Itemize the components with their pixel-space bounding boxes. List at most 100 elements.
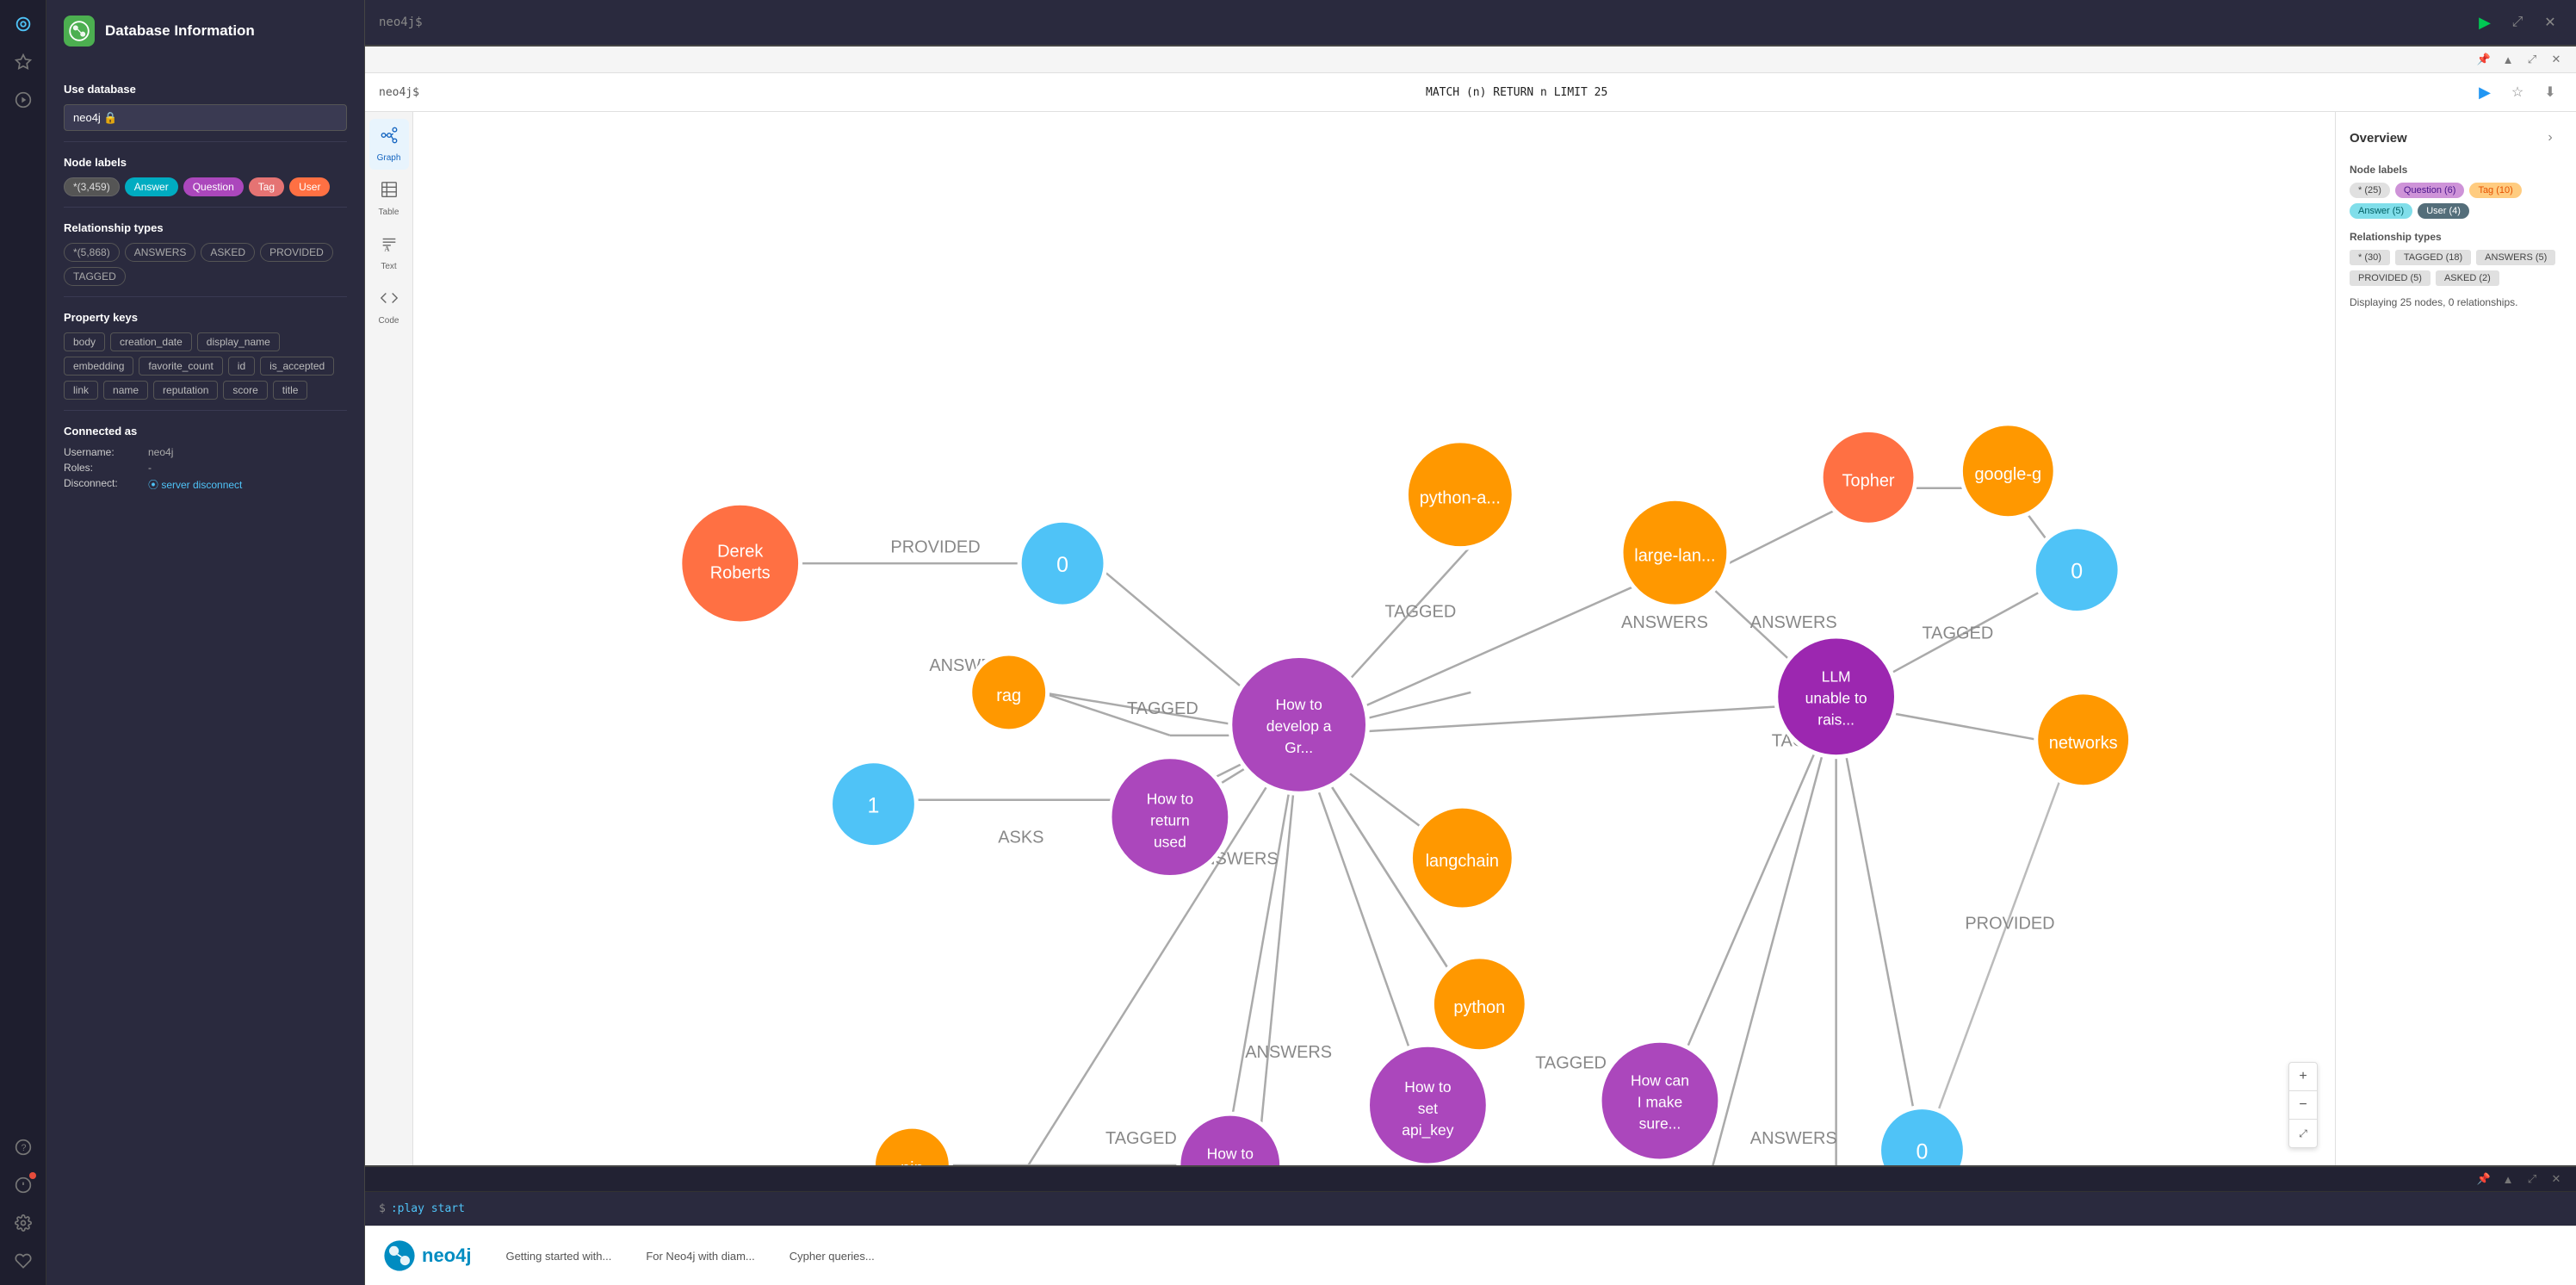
bottom-label-3: Cypher queries... bbox=[790, 1250, 875, 1263]
tab-code[interactable]: Code bbox=[369, 282, 409, 332]
ov-label-question[interactable]: Question (6) bbox=[2395, 183, 2465, 198]
overview-header: Overview › bbox=[2350, 126, 2562, 150]
ov-rel-tagged[interactable]: TAGGED (18) bbox=[2395, 250, 2471, 265]
svg-text:ASKS: ASKS bbox=[998, 829, 1043, 847]
prop-is-accepted[interactable]: is_accepted bbox=[260, 357, 334, 376]
frame-run-button[interactable]: ▶ bbox=[2473, 80, 2497, 104]
svg-text:How to: How to bbox=[1404, 1078, 1451, 1096]
nav-home-icon[interactable] bbox=[8, 9, 39, 40]
sidebar: Database Information Use database neo4j … bbox=[46, 0, 365, 1285]
rel-answers[interactable]: ANSWERS bbox=[125, 243, 196, 262]
svg-text:python: python bbox=[1453, 998, 1505, 1017]
tab-graph[interactable]: Graph bbox=[369, 119, 409, 170]
frame-query-text: MATCH (n) RETURN n LIMIT 25 bbox=[1426, 86, 2464, 99]
connected-disconnect-row: Disconnect: ⦿ server disconnect bbox=[64, 477, 347, 492]
ov-rel-all[interactable]: * (30) bbox=[2350, 250, 2390, 265]
nav-settings-icon[interactable] bbox=[8, 1207, 39, 1238]
rel-provided[interactable]: PROVIDED bbox=[260, 243, 333, 262]
overview-expand-button[interactable]: › bbox=[2538, 126, 2562, 150]
ov-label-tag[interactable]: Tag (10) bbox=[2469, 183, 2521, 198]
nav-help-icon[interactable]: ? bbox=[8, 1132, 39, 1163]
top-query-bar: neo4j$ ▶ ⤢ ✕ bbox=[365, 0, 2576, 47]
prop-name[interactable]: name bbox=[103, 381, 148, 400]
tab-table[interactable]: Table bbox=[369, 173, 409, 224]
svg-text:ANSWERS: ANSWERS bbox=[1750, 1129, 1837, 1148]
sidebar-title: Database Information bbox=[105, 22, 255, 40]
nav-plugin-icon[interactable] bbox=[8, 1245, 39, 1276]
node-label-user[interactable]: User bbox=[289, 177, 330, 196]
ov-rel-asked[interactable]: ASKED (2) bbox=[2436, 270, 2499, 286]
tab-code-label: Code bbox=[379, 316, 399, 326]
ov-label-answer[interactable]: Answer (5) bbox=[2350, 203, 2412, 219]
frame-toolbar: 📌 ▲ ⤢ ✕ bbox=[365, 47, 2576, 73]
node-labels-row: *(3,459) Answer Question Tag User bbox=[64, 177, 347, 196]
node-label-all[interactable]: *(3,459) bbox=[64, 177, 120, 196]
svg-text:sure...: sure... bbox=[1639, 1115, 1681, 1133]
ov-label-user[interactable]: User (4) bbox=[2418, 203, 2469, 219]
svg-text:networks: networks bbox=[2049, 734, 2118, 753]
graph-area[interactable]: PROVIDED ANSWERS TAGGED TAGGED ANSWERS A… bbox=[413, 112, 2335, 1165]
svg-text:TAGGED: TAGGED bbox=[1922, 624, 1993, 643]
prop-favorite-count[interactable]: favorite_count bbox=[139, 357, 222, 376]
overview-node-labels: * (25) Question (6) Tag (10) Answer (5) … bbox=[2350, 183, 2562, 219]
svg-text:set: set bbox=[1418, 1100, 1438, 1117]
overview-rel-types: * (30) TAGGED (18) ANSWERS (5) PROVIDED … bbox=[2350, 250, 2562, 286]
top-query-input[interactable] bbox=[431, 14, 2464, 31]
svg-text:0: 0 bbox=[1056, 553, 1068, 577]
nav-play-icon[interactable] bbox=[8, 84, 39, 115]
svg-text:Topher: Topher bbox=[1842, 471, 1895, 490]
nav-star-icon[interactable] bbox=[8, 47, 39, 78]
pin-button[interactable]: 📌 bbox=[2474, 50, 2493, 69]
bottom-frame-body: $ :play start bbox=[365, 1192, 2576, 1226]
prop-embedding[interactable]: embedding bbox=[64, 357, 133, 376]
ov-rel-answers[interactable]: ANSWERS (5) bbox=[2476, 250, 2555, 265]
expand-frame-button[interactable]: ⤢ bbox=[2523, 50, 2542, 69]
top-run-button[interactable]: ▶ bbox=[2473, 10, 2497, 34]
prop-link[interactable]: link bbox=[64, 381, 98, 400]
ov-label-all[interactable]: * (25) bbox=[2350, 183, 2390, 198]
frame-download-button[interactable]: ⬇ bbox=[2538, 80, 2562, 104]
db-select[interactable]: neo4j 🔒 bbox=[64, 104, 347, 131]
use-database-label: Use database bbox=[64, 83, 347, 96]
nav-error-icon[interactable] bbox=[8, 1170, 39, 1201]
rel-all[interactable]: *(5,868) bbox=[64, 243, 120, 262]
svg-text:return: return bbox=[1150, 812, 1190, 829]
zoom-in-button[interactable]: + bbox=[2289, 1063, 2317, 1090]
node-label-question[interactable]: Question bbox=[183, 177, 244, 196]
ov-rel-provided[interactable]: PROVIDED (5) bbox=[2350, 270, 2430, 286]
node-label-tag[interactable]: Tag bbox=[249, 177, 284, 196]
frame-star-button[interactable]: ☆ bbox=[2505, 80, 2530, 104]
top-close-button[interactable]: ✕ bbox=[2538, 10, 2562, 34]
disconnect-link[interactable]: ⦿ server disconnect bbox=[148, 477, 242, 492]
tab-text[interactable]: A Text bbox=[369, 227, 409, 278]
overview-panel: Overview › Node labels * (25) Question (… bbox=[2335, 112, 2576, 1165]
rel-asked[interactable]: ASKED bbox=[201, 243, 255, 262]
property-keys-title: Property keys bbox=[64, 311, 347, 324]
prop-reputation[interactable]: reputation bbox=[153, 381, 218, 400]
code-tab-icon bbox=[380, 289, 399, 313]
bottom-close-button[interactable]: ✕ bbox=[2547, 1170, 2566, 1189]
bottom-pin-button[interactable]: 📌 bbox=[2474, 1170, 2493, 1189]
svg-text:I make: I make bbox=[1638, 1094, 1682, 1111]
node-label-answer[interactable]: Answer bbox=[125, 177, 178, 196]
prop-title[interactable]: title bbox=[273, 381, 308, 400]
rel-tagged[interactable]: TAGGED bbox=[64, 267, 126, 286]
close-frame-button[interactable]: ✕ bbox=[2547, 50, 2566, 69]
zoom-fit-button[interactable]: ⤢ bbox=[2289, 1120, 2317, 1147]
collapse-up-button[interactable]: ▲ bbox=[2499, 50, 2517, 69]
svg-text:develop a: develop a bbox=[1266, 717, 1332, 735]
bottom-expand-button[interactable]: ⤢ bbox=[2523, 1170, 2542, 1189]
prop-body[interactable]: body bbox=[64, 332, 105, 351]
tab-graph-label: Graph bbox=[377, 153, 401, 163]
bottom-toolbar: 📌 ▲ ⤢ ✕ bbox=[365, 1167, 2576, 1192]
bottom-collapse-button[interactable]: ▲ bbox=[2499, 1170, 2517, 1189]
prop-score[interactable]: score bbox=[223, 381, 267, 400]
zoom-out-button[interactable]: − bbox=[2289, 1091, 2317, 1119]
connected-username-row: Username: neo4j bbox=[64, 446, 347, 458]
prop-display-name[interactable]: display_name bbox=[197, 332, 280, 351]
username-label: Username: bbox=[64, 446, 141, 458]
top-expand-button[interactable]: ⤢ bbox=[2505, 10, 2530, 34]
prop-creation-date[interactable]: creation_date bbox=[110, 332, 192, 351]
prop-id[interactable]: id bbox=[228, 357, 255, 376]
bottom-prompt: $ bbox=[379, 1202, 386, 1215]
